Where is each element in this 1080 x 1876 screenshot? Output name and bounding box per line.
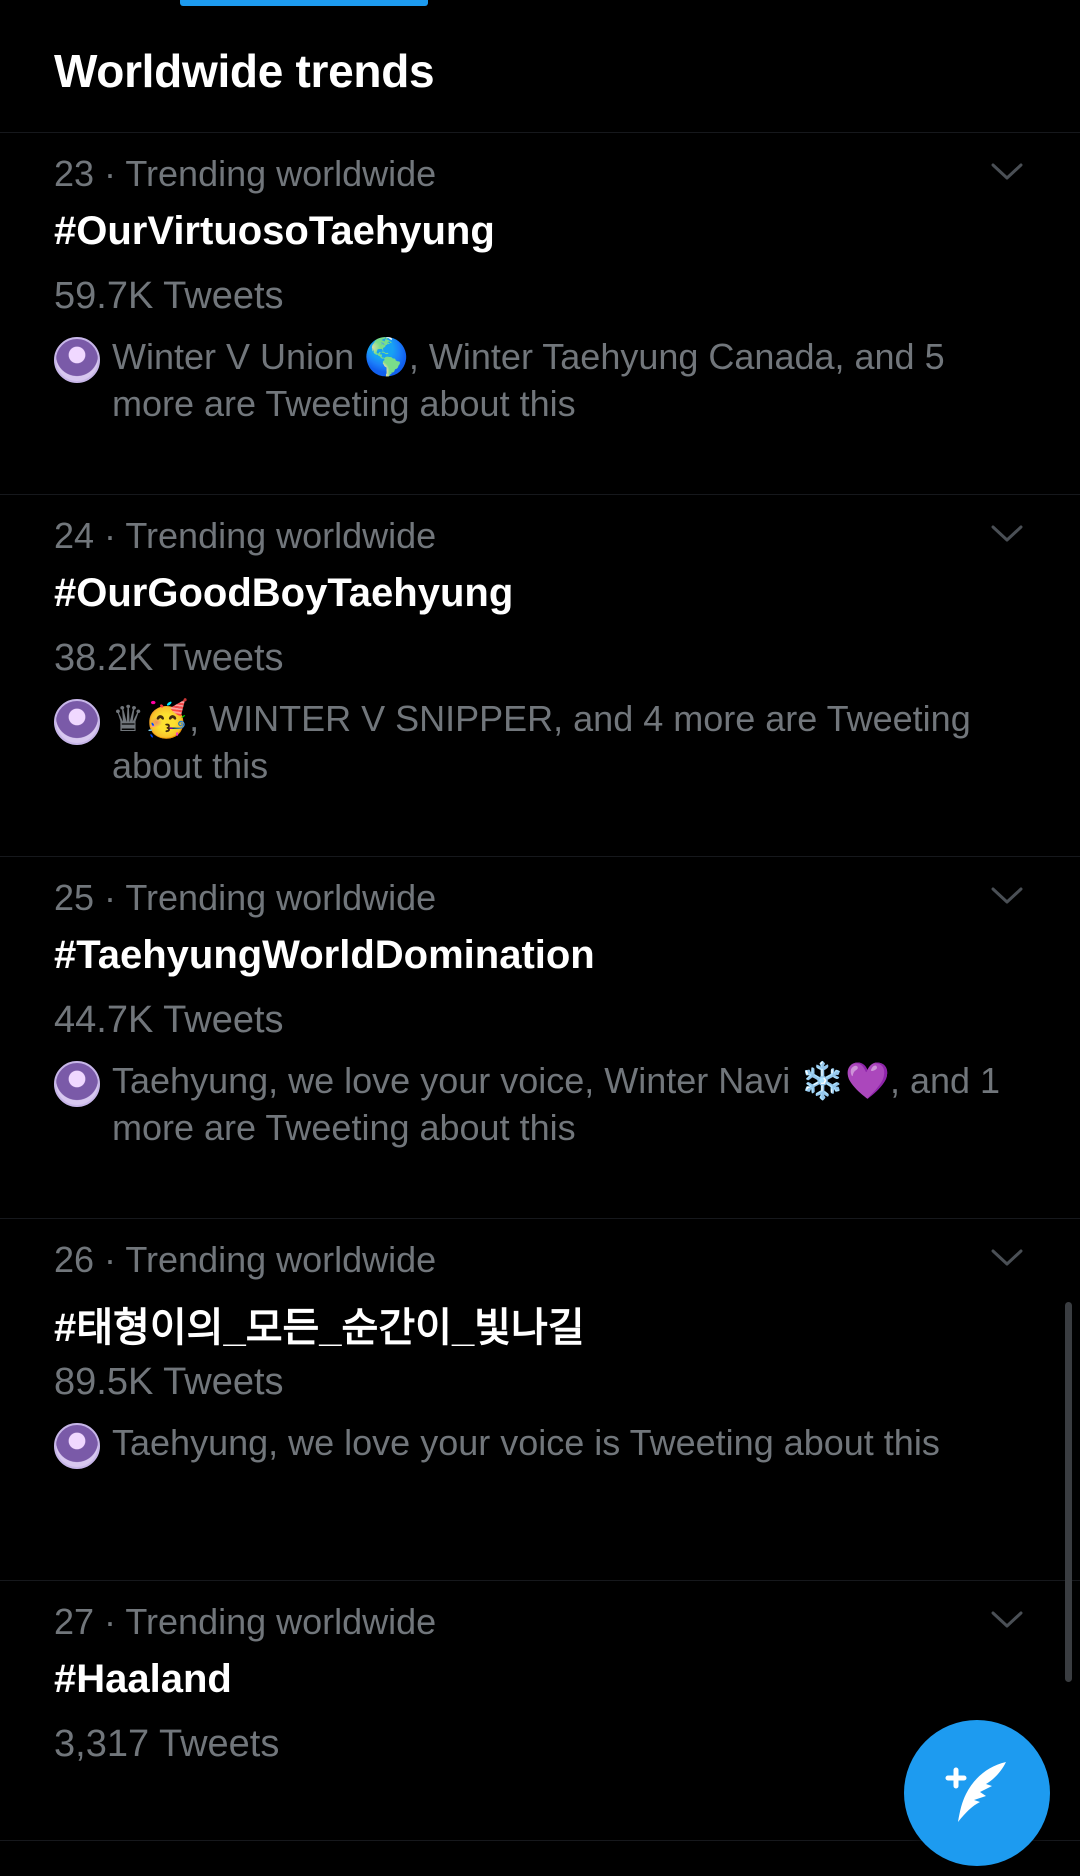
- avatar: [54, 1423, 100, 1469]
- compose-tweet-icon: [945, 1762, 1006, 1822]
- trend-meta: 27 · Trending worldwide: [54, 1601, 437, 1642]
- trend-item[interactable]: 25 · Trending worldwide #TaehyungWorldDo…: [0, 857, 1080, 1219]
- trend-name[interactable]: #TaehyungWorldDomination: [54, 933, 595, 978]
- trend-meta: 24 · Trending worldwide: [54, 515, 437, 556]
- trend-tweet-count: 38.2K Tweets: [54, 637, 284, 679]
- compose-tweet-button[interactable]: [904, 1720, 1050, 1866]
- trend-context-text: Taehyung, we love your voice, Winter Nav…: [112, 1060, 1001, 1148]
- trend-item[interactable]: 24 · Trending worldwide #OurGoodBoyTaehy…: [0, 495, 1080, 857]
- trend-context-text: Winter V Union 🌎, Winter Taehyung Canada…: [112, 336, 945, 424]
- trend-context-text: Taehyung, we love your voice is Tweeting…: [112, 1422, 940, 1463]
- trend-name[interactable]: #Haaland: [54, 1657, 232, 1702]
- trend-tweet-count: 89.5K Tweets: [54, 1361, 284, 1403]
- trend-tweet-count: 3,317 Tweets: [54, 1723, 280, 1765]
- trend-item[interactable]: 23 · Trending worldwide #OurVirtuosoTaeh…: [0, 133, 1080, 495]
- trend-meta: 25 · Trending worldwide: [54, 877, 437, 918]
- chevron-down-icon[interactable]: [990, 885, 1024, 907]
- chevron-down-icon[interactable]: [990, 161, 1024, 183]
- active-tab-indicator: [180, 0, 428, 6]
- chevron-down-icon[interactable]: [990, 1609, 1024, 1631]
- trend-list: 23 · Trending worldwide #OurVirtuosoTaeh…: [0, 133, 1080, 1841]
- trend-meta: 26 · Trending worldwide: [54, 1239, 437, 1280]
- trend-name[interactable]: #OurGoodBoyTaehyung: [54, 571, 513, 616]
- scrollbar[interactable]: [1065, 1302, 1072, 1682]
- trend-context-text: ♛🥳, WINTER V SNIPPER, and 4 more are Twe…: [112, 698, 971, 786]
- trend-name[interactable]: #OurVirtuosoTaehyung: [54, 209, 495, 254]
- page-title: Worldwide trends: [54, 45, 435, 97]
- trend-item[interactable]: 26 · Trending worldwide #태형이의_모든_순간이_빛나길…: [0, 1219, 1080, 1581]
- trend-tweet-count: 44.7K Tweets: [54, 999, 284, 1041]
- trend-name[interactable]: #태형이의_모든_순간이_빛나길: [54, 1295, 585, 1353]
- avatar: [54, 1061, 100, 1107]
- chevron-down-icon[interactable]: [990, 523, 1024, 545]
- page-header: Worldwide trends: [0, 8, 1080, 133]
- avatar: [54, 699, 100, 745]
- chevron-down-icon[interactable]: [990, 1247, 1024, 1269]
- trend-meta: 23 · Trending worldwide: [54, 153, 437, 194]
- avatar: [54, 337, 100, 383]
- trend-tweet-count: 59.7K Tweets: [54, 275, 284, 317]
